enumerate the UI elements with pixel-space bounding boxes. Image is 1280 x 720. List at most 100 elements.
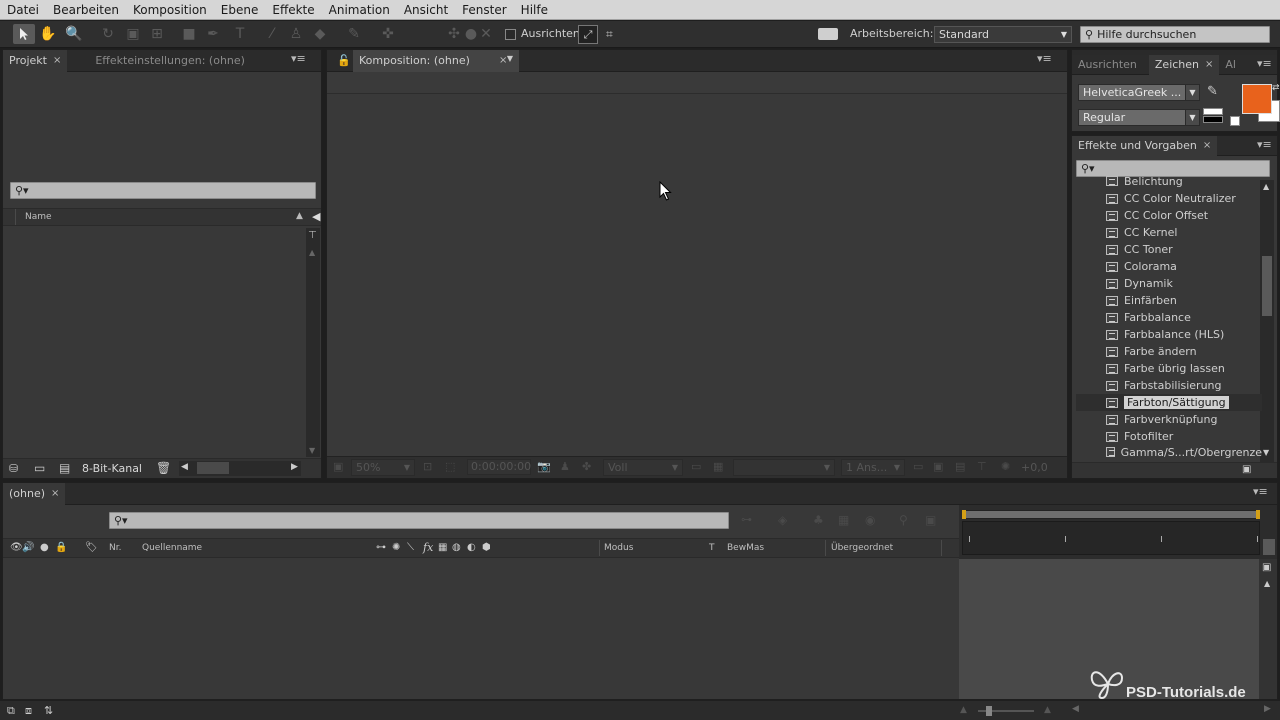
frame-blending-icon[interactable]: ▦ [838, 513, 849, 527]
work-area-start-handle[interactable] [962, 510, 966, 519]
work-area-bar[interactable] [962, 510, 1260, 519]
channel-icon[interactable]: ✤ [582, 460, 591, 473]
list-item-selected[interactable]: Farbton/Sättigung [1076, 394, 1262, 411]
fit-icon[interactable]: ▣ [1262, 562, 1271, 573]
zoom-in-icon[interactable]: ▲ [1044, 705, 1051, 715]
show-snapshot-icon[interactable]: ♟ [560, 460, 570, 473]
list-item[interactable]: Colorama [1076, 258, 1262, 275]
menu-animation[interactable]: Animation [322, 3, 397, 17]
font-style-select[interactable]: Regular ▼ [1078, 109, 1200, 126]
rotate-tool-icon[interactable]: ↻ [97, 24, 119, 44]
list-item[interactable]: Farbbalance [1076, 309, 1262, 326]
chevron-down-icon[interactable]: ▼ [507, 54, 513, 63]
panel-menu-icon[interactable]: ▾≡ [1257, 139, 1272, 152]
zoom-tool-icon[interactable]: 🔍 [63, 24, 85, 44]
eyedropper-icon[interactable]: ✎ [1207, 84, 1218, 99]
workspace-preset-icon[interactable] [818, 28, 838, 40]
collapse-icon[interactable]: ✺ [392, 542, 400, 553]
column-name[interactable]: Name [25, 212, 52, 222]
tab-composition[interactable]: Komposition: (ohne) ▼ [353, 49, 519, 72]
list-item[interactable]: CC Color Offset [1076, 207, 1262, 224]
column-nr[interactable]: Nr. [109, 543, 121, 553]
font-family-select[interactable]: HelveticaGreek ... ▼ [1078, 84, 1200, 101]
tab-effect-controls[interactable]: Effekteinstellungen: (ohne) [89, 50, 251, 72]
clone-stamp-tool-icon[interactable]: ♙ [285, 24, 307, 44]
scroll-up-icon[interactable]: ▲ [1264, 579, 1270, 588]
menu-datei[interactable]: Datei [0, 3, 46, 17]
timeline-icon[interactable]: ▤ [955, 460, 965, 473]
project-scrollbar[interactable]: ⊤ ▲ ▼ [306, 228, 320, 457]
selection-tool-icon[interactable] [13, 24, 35, 44]
camera-view-select[interactable]: ▼ [733, 459, 835, 476]
scroll-right-icon[interactable]: ▶ [1264, 704, 1271, 714]
close-icon[interactable]: × [499, 55, 507, 66]
comp-viewer[interactable] [327, 94, 1067, 456]
puppet-extra-icon[interactable]: ✕ [475, 24, 497, 44]
resolution-select[interactable]: Voll ▼ [603, 459, 683, 476]
sort-up-icon[interactable]: ▲ [296, 211, 303, 221]
comp-button-icon[interactable] [1263, 539, 1275, 555]
toggle-pixel-aspect-icon[interactable]: ▭ [913, 460, 923, 473]
zoom-slider-thumb[interactable] [986, 706, 992, 716]
project-search-input[interactable]: ⚲▾ [10, 182, 316, 199]
list-item[interactable]: Farbe übrig lassen [1076, 360, 1262, 377]
scroll-thumb[interactable] [197, 462, 229, 474]
brush-tool-icon[interactable]: ⁄ [261, 24, 283, 44]
roto-brush-tool-icon[interactable]: ✎ [343, 24, 365, 44]
panel-menu-icon[interactable]: ▾≡ [291, 53, 306, 66]
panel-menu-icon[interactable]: ▾≡ [1037, 53, 1052, 66]
panel-menu-icon[interactable]: ▾≡ [1257, 58, 1272, 71]
list-item[interactable]: CC Kernel [1076, 224, 1262, 241]
fx-icon[interactable]: fx [423, 541, 433, 554]
transparency-grid-icon[interactable]: ⬚ [445, 460, 455, 473]
effects-scrollbar[interactable]: ▲ ▼ [1260, 180, 1274, 462]
tab-effects-presets[interactable]: Effekte und Vorgaben × [1072, 135, 1218, 156]
frame-blend-icon[interactable]: ▦ [438, 542, 447, 553]
project-hscrollbar[interactable]: ◀ ▶ [179, 461, 301, 476]
expand-left-icon[interactable]: ◀ [312, 210, 320, 223]
scroll-left-icon[interactable]: ◀ [181, 462, 188, 472]
swap-colors-icon[interactable]: ⇄ [1272, 83, 1280, 93]
scroll-left-icon[interactable]: ◀ [1072, 704, 1079, 714]
fill-color-swatch-front[interactable] [1242, 84, 1272, 114]
workspace-select[interactable]: Standard ▼ [934, 26, 1072, 43]
list-item[interactable]: Dynamik [1076, 275, 1262, 292]
puppet-pin-tool-icon[interactable]: ✜ [377, 24, 399, 44]
bit-depth-label[interactable]: 8-Bit-Kanal [82, 462, 142, 475]
transparency-toggle-icon[interactable]: ▦ [713, 460, 723, 473]
timeline-search-input[interactable]: ⚲▾ [109, 512, 729, 529]
always-preview-icon[interactable]: ▣ [333, 460, 343, 473]
tab-project[interactable]: Projekt × [3, 49, 68, 72]
list-item[interactable]: Farbe ändern [1076, 343, 1262, 360]
new-composition-icon[interactable]: ▤ [59, 461, 70, 475]
pen-tool-icon[interactable]: ✒ [202, 24, 224, 44]
hide-shy-layers-icon[interactable]: ♣ [813, 513, 824, 527]
help-search-input[interactable]: ⚲ Hilfe durchsuchen [1080, 26, 1270, 43]
quality-icon[interactable]: ⟍ [407, 542, 414, 553]
text-tool-icon[interactable]: T [229, 24, 251, 44]
new-folder-icon[interactable]: ▭ [34, 461, 45, 475]
rectangle-tool-icon[interactable]: ■ [178, 24, 200, 44]
audio-icon[interactable]: 🔊 [22, 542, 34, 553]
list-item[interactable]: Farbbalance (HLS) [1076, 326, 1262, 343]
hand-tool-icon[interactable]: ✋ [37, 24, 59, 44]
exposure-value[interactable]: +0,0 [1021, 461, 1048, 474]
flowchart-icon[interactable]: ⊤ [977, 460, 987, 473]
motion-blur-icon[interactable]: ◉ [865, 513, 875, 527]
close-icon[interactable]: × [53, 55, 61, 66]
list-item[interactable]: Farbstabilisierung [1076, 377, 1262, 394]
scroll-up-icon[interactable]: ▲ [1263, 182, 1269, 191]
menu-bearbeiten[interactable]: Bearbeiten [46, 3, 126, 17]
solo-icon[interactable]: ● [40, 542, 49, 553]
label-tag-icon[interactable]: 🏷 [85, 542, 98, 553]
menu-ebene[interactable]: Ebene [214, 3, 266, 17]
views-select[interactable]: 1 Ans... ▼ [841, 459, 905, 476]
list-item[interactable]: Gamma/S...rt/Obergrenze [1076, 445, 1262, 459]
tab-ai[interactable]: Al [1219, 55, 1242, 75]
white-swatch[interactable] [1203, 108, 1223, 115]
column-source-name[interactable]: Quellenname [142, 543, 202, 553]
work-area-end-handle[interactable] [1256, 510, 1260, 519]
exposure-icon[interactable]: ✺ [1001, 460, 1010, 473]
no-fill-icon[interactable] [1230, 116, 1240, 126]
graph-editor-icon[interactable]: ⚲ [899, 513, 908, 527]
